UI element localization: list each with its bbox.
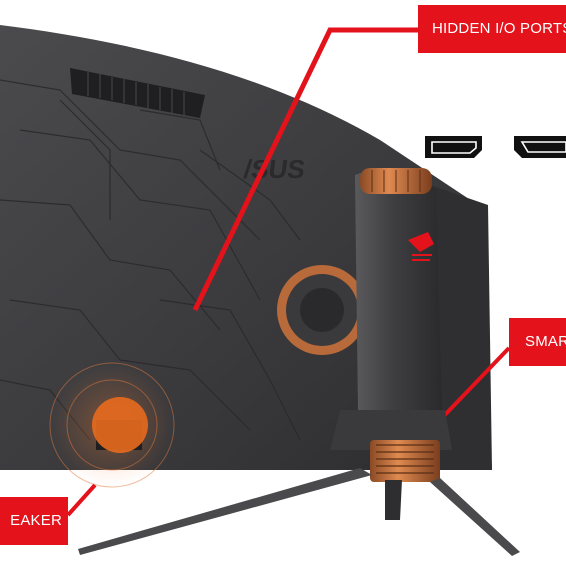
callout-speaker: EAKER [0, 497, 68, 545]
monitor-rear-scene: /SUS [0, 25, 566, 556]
stand-leg-back [385, 480, 402, 520]
stand-base-copper [370, 440, 440, 482]
callout-hidden-io-ports: HIDDEN I/O PORTS [418, 5, 566, 53]
brand-logo: /SUS [242, 154, 307, 184]
callout-line-speaker [66, 483, 97, 517]
callout-smart: SMAR [509, 318, 566, 366]
speaker-highlight [92, 397, 148, 453]
displayport-icon [425, 136, 482, 158]
stand-column [355, 169, 442, 410]
hdmi-icon [514, 136, 566, 158]
stand-leg-right [430, 478, 520, 556]
